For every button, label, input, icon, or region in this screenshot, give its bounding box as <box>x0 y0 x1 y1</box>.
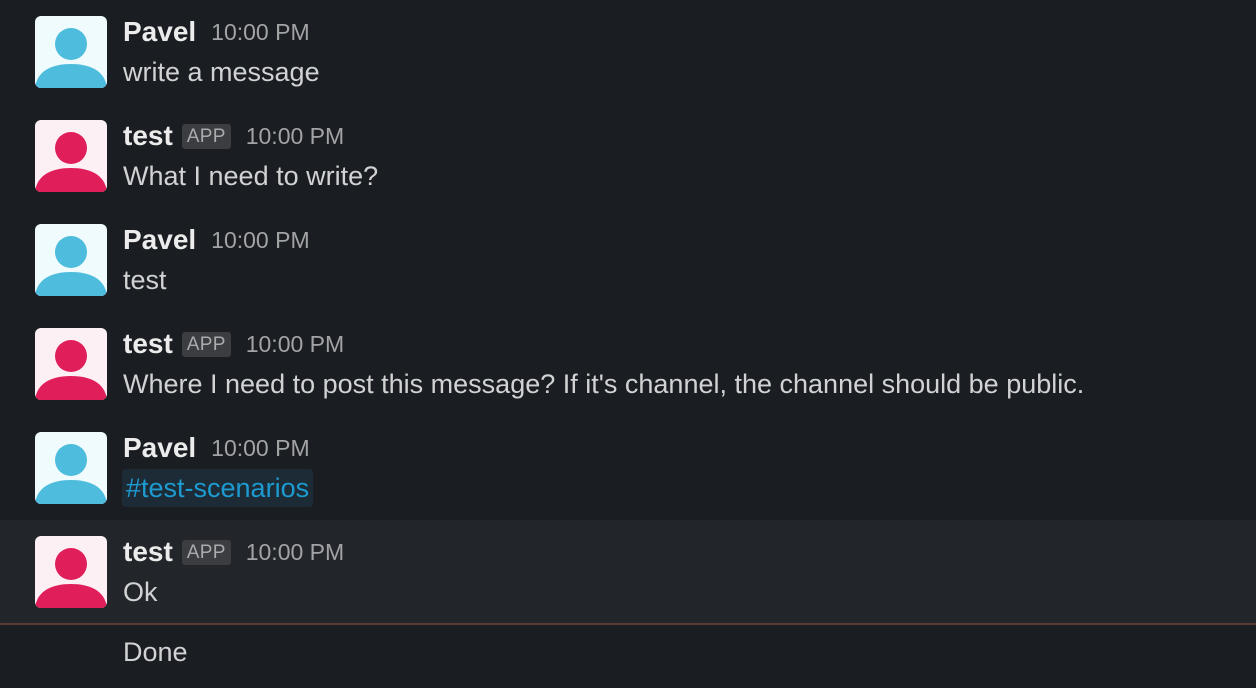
message-item[interactable]: test APP 10:00 PM What I need to write? <box>0 104 1256 208</box>
person-icon <box>35 328 107 400</box>
message-item[interactable]: Pavel 10:00 PM #test-scenarios <box>0 416 1256 520</box>
author-name[interactable]: Pavel <box>123 432 196 464</box>
avatar[interactable] <box>35 432 107 504</box>
avatar[interactable] <box>35 16 107 88</box>
message-text: #test-scenarios <box>122 469 314 507</box>
author-name[interactable]: Pavel <box>123 224 196 256</box>
person-icon <box>35 224 107 296</box>
avatar[interactable] <box>35 536 107 608</box>
message-item[interactable]: Pavel 10:00 PM write a message <box>0 0 1256 104</box>
new-messages-divider <box>0 623 1256 625</box>
person-icon <box>35 120 107 192</box>
channel-link[interactable]: #test-scenarios <box>122 469 314 507</box>
timestamp[interactable]: 10:00 PM <box>246 123 344 150</box>
status-text: Done <box>123 637 188 667</box>
author-name[interactable]: test <box>123 120 173 152</box>
avatar[interactable] <box>35 120 107 192</box>
message-text: What I need to write? <box>123 161 379 191</box>
app-badge: APP <box>181 123 231 149</box>
person-icon <box>35 16 107 88</box>
timestamp[interactable]: 10:00 PM <box>211 227 309 254</box>
avatar[interactable] <box>35 328 107 400</box>
timestamp[interactable]: 10:00 PM <box>211 435 309 462</box>
message-header: test APP 10:00 PM <box>123 119 344 153</box>
timestamp[interactable]: 10:00 PM <box>246 539 344 566</box>
message-header: Pavel 10:00 PM <box>123 15 310 49</box>
message-text: Where I need to post this message? If it… <box>123 369 1085 399</box>
message-header: Pavel 10:00 PM <box>123 431 310 465</box>
person-icon <box>35 432 107 504</box>
timestamp[interactable]: 10:00 PM <box>246 331 344 358</box>
avatar[interactable] <box>35 224 107 296</box>
message-item[interactable]: test APP 10:00 PM Where I need to post t… <box>0 312 1256 416</box>
message-feed: Pavel 10:00 PM write a message test APP … <box>0 0 1256 688</box>
author-name[interactable]: test <box>123 536 173 568</box>
person-icon <box>35 536 107 608</box>
message-header: Pavel 10:00 PM <box>123 223 310 257</box>
message-header: test APP 10:00 PM <box>123 327 344 361</box>
author-name[interactable]: test <box>123 328 173 360</box>
message-text: Ok <box>123 577 158 607</box>
message-item[interactable]: Pavel 10:00 PM test <box>0 208 1256 312</box>
message-header: test APP 10:00 PM <box>123 535 344 569</box>
message-text: write a message <box>123 57 320 87</box>
message-item[interactable]: test APP 10:00 PM Ok <box>0 520 1256 624</box>
app-badge: APP <box>181 331 231 357</box>
app-badge: APP <box>181 539 231 565</box>
author-name[interactable]: Pavel <box>123 16 196 48</box>
message-text: test <box>123 265 167 295</box>
timestamp[interactable]: 10:00 PM <box>211 19 309 46</box>
